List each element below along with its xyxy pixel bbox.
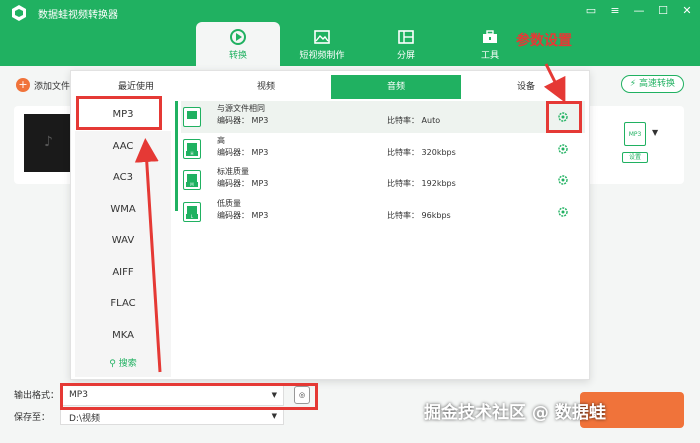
nav-label: 转换 <box>228 51 247 61</box>
quality-name: 标准质量 <box>217 167 249 176</box>
quality-row[interactable]: L 低质量 编码器： MP3 比特率： 96kbps <box>181 196 585 228</box>
quality-name: 高 <box>217 135 225 145</box>
plus-icon: + <box>16 78 30 92</box>
nav-tab-convert[interactable]: 转换 <box>196 22 280 66</box>
format-item-aac[interactable]: AAC <box>75 131 171 163</box>
quality-row[interactable]: M 标准质量 编码器： MP3 比特率： 192kbps <box>181 164 585 196</box>
maximize-icon[interactable]: ☐ <box>656 4 670 18</box>
music-note-icon: ♪ <box>44 134 53 150</box>
quality-encoder: 编码器： MP3 <box>217 179 269 188</box>
main-nav: 转换 短视频制作 分屏 工具 <box>196 22 532 66</box>
quality-high-icon: H <box>183 138 201 159</box>
search-label: 搜索 <box>118 359 137 369</box>
format-item-aiff[interactable]: AIFF <box>75 257 171 289</box>
quality-encoder: 编码器： MP3 <box>217 116 269 125</box>
scrollbar[interactable] <box>175 101 178 211</box>
format-item-wav[interactable]: WAV <box>75 225 171 257</box>
nav-tab-video-maker[interactable]: 短视频制作 <box>280 22 364 66</box>
quality-row[interactable]: 与源文件相同 编码器： MP3 比特率： Auto <box>181 101 585 133</box>
quality-low-icon: L <box>183 201 201 222</box>
split-screen-icon <box>398 30 414 44</box>
quality-bitrate: 比特率： 320kbps <box>387 147 456 157</box>
tab-video[interactable]: 视频 <box>201 75 331 99</box>
chevron-down-icon[interactable]: ▼ <box>652 128 658 137</box>
output-format-label: 输出格式： <box>14 391 60 401</box>
minimize-icon[interactable]: — <box>632 4 646 18</box>
format-item-wma[interactable]: WMA <box>75 194 171 226</box>
nav-label: 短视频制作 <box>299 51 345 61</box>
quality-row[interactable]: H 高 编码器： MP3 比特率： 320kbps <box>181 133 585 165</box>
search-icon: ⚲ <box>109 359 116 369</box>
settings-button[interactable]: 设置 <box>622 152 648 163</box>
chevron-down-icon: ▼ <box>271 412 277 420</box>
app-header: 数据蛙视频转换器 ▭ ≡ — ☐ ✕ 转换 短视频制作 分屏 工具 <box>0 0 700 66</box>
convert-icon <box>230 29 246 45</box>
add-file-button[interactable]: + 添加文件 <box>16 78 70 92</box>
annotation-box-output-format <box>60 383 318 410</box>
annotation-label: 参数设置 <box>516 33 572 49</box>
format-search-button[interactable]: ⚲ 搜索 <box>75 353 171 375</box>
fast-convert-label: 高速转换 <box>638 79 675 89</box>
quality-name: 低质量 <box>217 198 241 208</box>
quality-medium-icon: M <box>183 170 201 190</box>
app-logo-icon <box>12 5 26 21</box>
quality-source-icon <box>183 107 201 127</box>
toolbox-icon <box>483 30 497 43</box>
tab-device[interactable]: 设备 <box>461 75 591 99</box>
quality-name: 与源文件相同 <box>217 104 265 113</box>
save-to-label: 保存至： <box>14 413 51 423</box>
nav-tab-split-screen[interactable]: 分屏 <box>364 22 448 66</box>
video-maker-icon <box>314 30 330 44</box>
output-format-badge[interactable]: MP3 <box>624 122 646 146</box>
gear-icon[interactable] <box>557 206 569 218</box>
format-list: MP3 AAC AC3 WMA WAV AIFF FLAC MKA <box>75 99 171 377</box>
quality-encoder: 编码器： MP3 <box>217 147 269 157</box>
app-title: 数据蛙视频转换器 <box>38 10 118 21</box>
format-item-flac[interactable]: FLAC <box>75 288 171 320</box>
save-path-value: D:\视频 <box>69 414 100 424</box>
lightning-icon: ⚡ <box>629 79 637 89</box>
menu-icon[interactable]: ≡ <box>608 4 622 18</box>
quality-list: 与源文件相同 编码器： MP3 比特率： Auto H 高 编码器： MP3 比… <box>181 101 585 227</box>
nav-label: 工具 <box>480 51 499 61</box>
quality-encoder: 编码器： MP3 <box>217 210 269 220</box>
tab-audio[interactable]: 音频 <box>331 75 461 99</box>
close-icon[interactable]: ✕ <box>680 4 694 18</box>
quality-bitrate: 比特率： 96kbps <box>387 210 451 220</box>
format-item-mka[interactable]: MKA <box>75 320 171 352</box>
nav-label: 分屏 <box>396 51 415 61</box>
quality-bitrate: 比特率： Auto <box>387 116 441 125</box>
quality-bitrate: 比特率： 192kbps <box>387 179 456 188</box>
message-icon[interactable]: ▭ <box>584 4 598 18</box>
annotation-box-format <box>76 96 162 130</box>
watermark: 掘金技术社区 @ 数据蛙 <box>424 403 606 423</box>
gear-icon[interactable] <box>557 143 569 155</box>
window-controls: ▭ ≡ — ☐ ✕ <box>584 4 694 18</box>
gear-icon[interactable] <box>557 174 569 186</box>
fast-convert-button[interactable]: ⚡ 高速转换 <box>620 75 684 93</box>
add-file-label: 添加文件 <box>34 81 71 92</box>
annotation-box-settings <box>546 101 582 133</box>
format-item-ac3[interactable]: AC3 <box>75 162 171 194</box>
